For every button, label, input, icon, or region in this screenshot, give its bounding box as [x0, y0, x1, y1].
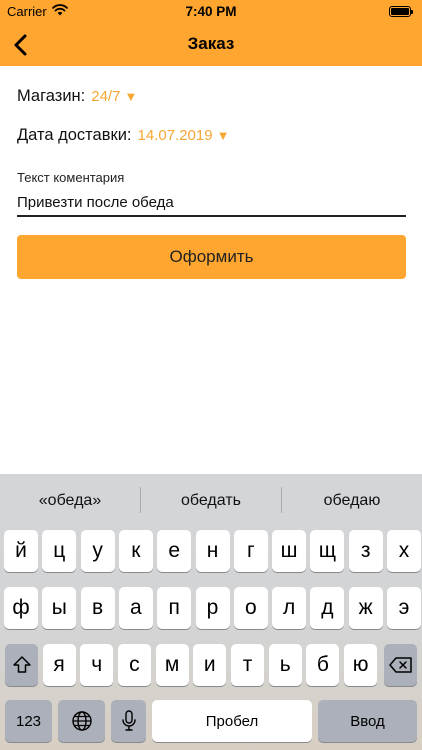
key-ж[interactable]: ж — [348, 587, 383, 629]
triangle-down-icon[interactable]: ▼ — [124, 89, 137, 104]
key-р[interactable]: р — [195, 587, 230, 629]
return-key[interactable]: Ввод — [318, 700, 417, 742]
clock: 7:40 PM — [185, 4, 237, 19]
key-п[interactable]: п — [157, 587, 192, 629]
key-м[interactable]: м — [155, 644, 189, 686]
key-э[interactable]: э — [387, 587, 421, 629]
key-т[interactable]: т — [231, 644, 264, 686]
key-ц[interactable]: ц — [42, 530, 77, 572]
key-и[interactable]: и — [193, 644, 227, 686]
space-key[interactable]: Пробел — [152, 700, 312, 742]
delete-key[interactable] — [384, 644, 417, 686]
comment-label: Текст коментария — [17, 170, 125, 185]
key-ч[interactable]: ч — [80, 644, 114, 686]
key-ш[interactable]: ш — [272, 530, 307, 572]
key-б[interactable]: б — [306, 644, 340, 686]
delivery-date-label: Дата доставки: — [17, 126, 132, 144]
globe-key[interactable] — [58, 700, 105, 742]
shift-key[interactable] — [5, 644, 38, 686]
key-ю[interactable]: ю — [344, 644, 378, 686]
page-title: Заказ — [187, 34, 235, 53]
delivery-date-select[interactable]: 14.07.2019 — [138, 127, 213, 144]
key-в[interactable]: в — [80, 587, 115, 629]
dictation-key[interactable] — [111, 700, 146, 742]
key-д[interactable]: д — [310, 587, 345, 629]
key-у[interactable]: у — [80, 530, 115, 572]
key-я[interactable]: я — [42, 644, 76, 686]
key-х[interactable]: х — [387, 530, 421, 572]
triangle-down-icon[interactable]: ▼ — [217, 128, 230, 143]
suggestion-bar: «обеда» обедать обедаю — [0, 474, 422, 528]
submit-order-button[interactable]: Оформить — [17, 235, 406, 279]
suggestion-3[interactable]: обедаю — [282, 474, 422, 528]
nav-bar: Заказ — [0, 24, 422, 66]
globe-icon — [71, 711, 92, 731]
store-label: Магазин: — [17, 87, 86, 105]
key-г[interactable]: г — [233, 530, 268, 572]
key-ф[interactable]: ф — [4, 587, 38, 629]
store-row: Магазин: 24/7 ▼ — [17, 87, 137, 106]
delivery-date-row: Дата доставки: 14.07.2019 ▼ — [17, 126, 229, 145]
key-н[interactable]: н — [195, 530, 230, 572]
key-з[interactable]: з — [348, 530, 383, 572]
status-bar: Carrier 7:40 PM — [0, 0, 422, 24]
suggestion-2[interactable]: обедать — [141, 474, 281, 528]
key-а[interactable]: а — [118, 587, 153, 629]
battery-icon — [389, 6, 413, 17]
key-е[interactable]: е — [157, 530, 192, 572]
key-л[interactable]: л — [272, 587, 307, 629]
key-й[interactable]: й — [4, 530, 38, 572]
shift-icon — [12, 656, 31, 673]
numbers-key[interactable]: 123 — [5, 700, 52, 742]
key-ы[interactable]: ы — [42, 587, 77, 629]
comment-input[interactable] — [17, 190, 406, 217]
key-к[interactable]: к — [118, 530, 153, 572]
microphone-icon — [121, 710, 136, 731]
store-select[interactable]: 24/7 — [91, 88, 120, 105]
key-о[interactable]: о — [233, 587, 268, 629]
key-с[interactable]: с — [117, 644, 151, 686]
header: Carrier 7:40 PM Заказ — [0, 0, 422, 66]
keyboard: «обеда» обедать обедаю йцукенгшщзх фывап… — [0, 474, 422, 750]
key-щ[interactable]: щ — [310, 530, 345, 572]
key-ь[interactable]: ь — [268, 644, 302, 686]
suggestion-1[interactable]: «обеда» — [0, 474, 140, 528]
backspace-icon — [388, 657, 412, 673]
